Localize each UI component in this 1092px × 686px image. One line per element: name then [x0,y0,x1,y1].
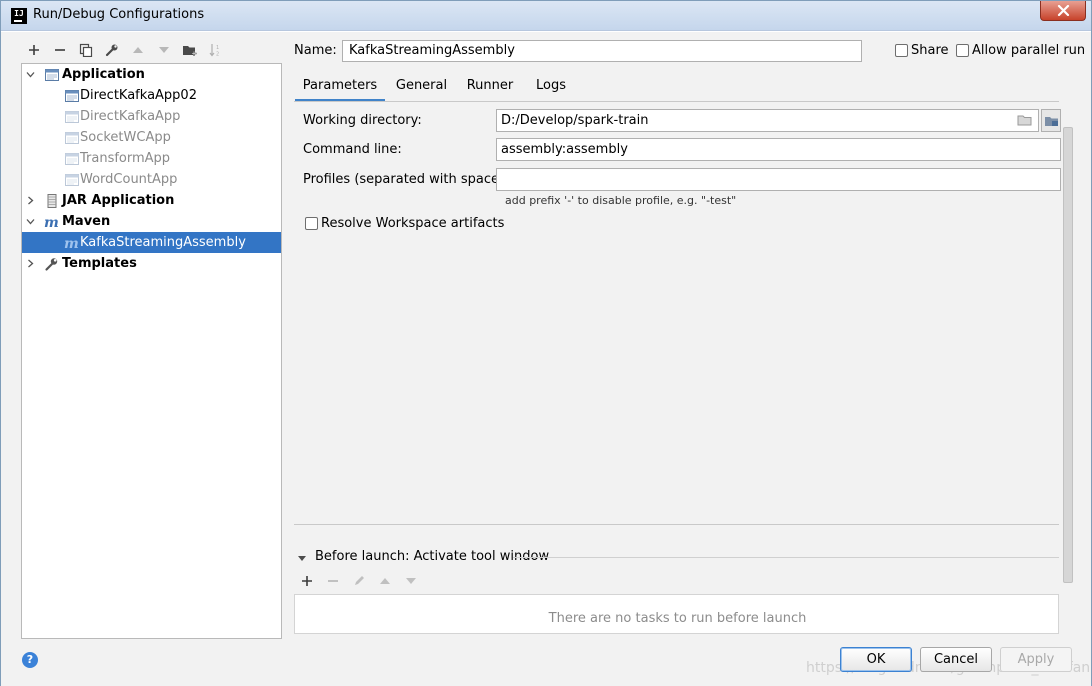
cancel-button[interactable]: Cancel [920,647,992,672]
tab-label: Runner [466,78,514,93]
parameters-panel [294,102,1059,525]
name-input[interactable]: KafkaStreamingAssembly [342,40,862,62]
profiles-label: Profiles (separated with space): [303,172,509,187]
tree-item-directkafkaapp[interactable]: DirectKafkaApp [22,106,281,127]
jar-icon [47,194,57,208]
wrench-icon [45,258,58,271]
move-up-icon [129,41,147,59]
apply-button: Apply [1000,647,1072,672]
share-checkbox[interactable] [895,44,908,57]
command-line-input[interactable]: assembly:assembly [496,138,1061,161]
tree-item-label: DirectKafkaApp [80,109,181,124]
tab-runner[interactable]: Runner [461,76,519,102]
working-directory-label: Working directory: [303,113,422,128]
scrollbar-thumb[interactable] [1063,127,1073,583]
profiles-hint: add prefix '-' to disable profile, e.g. … [505,194,737,207]
tab-label: Parameters [302,78,378,93]
tree-item-maven[interactable]: m Maven [22,211,281,232]
name-label: Name: [294,43,337,58]
close-icon [1057,5,1070,16]
folder-icon[interactable] [1017,113,1035,129]
application-icon [65,132,79,144]
dialog-window: IJ Run/Debug Configurations 12 Applicati… [0,0,1092,686]
help-button[interactable]: ? [22,652,38,668]
add-task-icon[interactable] [298,572,316,590]
tree-item-label: WordCountApp [80,172,178,187]
tree-item-kafkastreamingassembly[interactable]: m KafkaStreamingAssembly [22,232,281,253]
move-down-icon [155,41,173,59]
resolve-workspace-label: Resolve Workspace artifacts [321,216,505,231]
tree-item-transformapp[interactable]: TransformApp [22,148,281,169]
tab-label: General [395,78,448,93]
tree-item-wordcountapp[interactable]: WordCountApp [22,169,281,190]
tree-item-label: TransformApp [80,151,171,166]
svg-text:2: 2 [216,52,219,58]
move-task-down-icon [402,572,420,590]
edit-task-icon [350,572,368,590]
remove-task-icon [324,572,342,590]
tree-item-socketwcapp[interactable]: SocketWCApp [22,127,281,148]
remove-icon[interactable] [51,41,69,59]
chevron-right-icon[interactable] [26,259,35,268]
working-directory-input[interactable]: D:/Develop/spark-train [496,109,1039,132]
allow-parallel-run-checkbox[interactable] [956,44,969,57]
tree-item-label: JAR Application [62,193,175,208]
tree-item-label: KafkaStreamingAssembly [80,235,246,250]
maven-icon: m [64,236,79,251]
application-icon [65,174,79,186]
application-icon [45,69,59,81]
allow-parallel-run-label: Allow parallel run [972,43,1086,58]
before-launch-task-list[interactable]: There are no tasks to run before launch [294,594,1059,634]
before-launch-divider [513,557,1059,558]
tree-item-label: Maven [62,214,111,229]
copy-icon[interactable] [77,41,95,59]
chevron-right-icon[interactable] [26,196,35,205]
tab-parameters[interactable]: Parameters [295,76,385,102]
window-title: Run/Debug Configurations [33,7,205,22]
tree-item-application[interactable]: Application [22,64,281,85]
tree-item-jar-application[interactable]: JAR Application [22,190,281,211]
collapse-arrow-icon[interactable] [297,552,307,561]
tree-item-templates[interactable]: Templates [22,253,281,274]
command-line-label: Command line: [303,142,402,157]
chevron-down-icon[interactable] [26,217,35,226]
add-icon[interactable] [25,41,43,59]
move-task-up-icon [376,572,394,590]
tree-item-label: SocketWCApp [80,130,171,145]
tab-general[interactable]: General [389,76,454,102]
tree-item-label: Templates [62,256,137,271]
share-label: Share [911,43,949,58]
tree-item-label: DirectKafkaApp02 [80,88,197,103]
title-bar[interactable]: IJ Run/Debug Configurations [1,1,1091,31]
svg-text:m: m [64,236,79,251]
application-icon [65,90,79,102]
ok-button[interactable]: OK [840,647,912,672]
svg-text:m: m [44,215,59,230]
wrench-icon[interactable] [103,41,121,59]
tab-label: Logs [536,78,566,93]
new-folder-icon[interactable] [181,41,199,59]
profiles-input[interactable] [496,168,1061,191]
resolve-workspace-checkbox[interactable] [305,217,318,230]
application-icon [65,111,79,123]
module-folder-icon [1045,117,1058,126]
sort-icon: 12 [207,41,225,59]
module-directory-button[interactable] [1041,109,1061,132]
application-icon [65,153,79,165]
tab-logs[interactable]: Logs [528,76,574,102]
close-button[interactable] [1040,1,1086,21]
intellij-app-icon: IJ [11,8,27,24]
empty-task-list-text: There are no tasks to run before launch [548,611,807,626]
configuration-tree[interactable]: Application DirectKafkaApp02 DirectKafka… [21,63,282,639]
svg-text:1: 1 [216,45,219,51]
tree-item-directkafkaapp02[interactable]: DirectKafkaApp02 [22,85,281,106]
tree-item-label: Application [62,67,145,82]
maven-icon: m [44,215,59,230]
chevron-down-icon[interactable] [26,70,35,79]
